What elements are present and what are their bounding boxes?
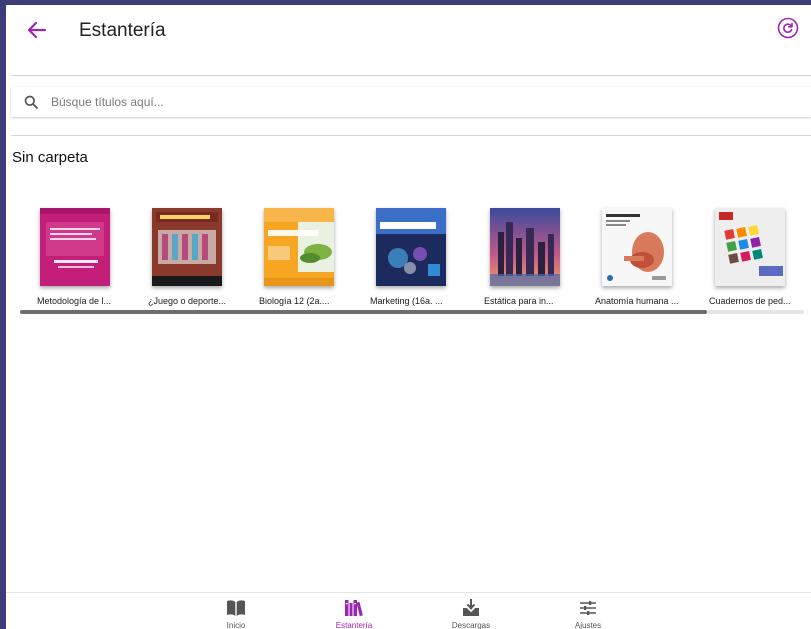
app-window: Estantería Sin carpeta [6,5,811,629]
book-title: Estática para in... [484,296,554,306]
book-cover [490,208,560,286]
book-shelf: Metodología de l... ¿Juego o deporte... … [6,205,811,315]
scrollbar-thumb[interactable] [20,310,707,314]
nav-item-ajustes[interactable]: Ajustes [548,593,628,629]
book-cover [715,208,785,286]
bookshelf-icon [344,598,364,618]
book-title: Cuadernos de ped... [709,296,791,306]
bottom-navigation: Inicio Estantería Descargas Ajustes [6,592,811,629]
nav-item-descargas[interactable]: Descargas [431,593,511,629]
search-icon [24,95,38,109]
nav-item-estanteria[interactable]: Estantería [314,593,394,629]
nav-label: Ajustes [574,621,602,629]
sliders-icon [578,598,598,618]
search-bar[interactable] [11,87,811,117]
book-cover [40,208,110,286]
book-card[interactable]: ¿Juego o deporte... [148,205,258,315]
book-card[interactable]: Metodología de l... [37,205,147,315]
app-bar: Estantería [6,5,811,61]
nav-label: Inicio [226,621,246,629]
book-title: Biología 12 (2a.... [259,296,330,306]
nav-label: Estantería [335,621,373,629]
refresh-icon [777,17,799,39]
book-open-icon [226,598,246,618]
book-card[interactable]: Marketing (16a. ... [370,205,480,315]
book-cover [264,208,334,286]
page-title: Estantería [79,20,166,41]
book-card[interactable]: Estática para in... [484,205,594,315]
back-button[interactable] [24,17,50,43]
book-cover [602,208,672,286]
nav-item-inicio[interactable]: Inicio [196,593,276,629]
book-title: ¿Juego o deporte... [148,296,227,306]
section-title: Sin carpeta [12,149,88,166]
book-card[interactable]: Biología 12 (2a.... [259,205,369,315]
book-cover [152,208,222,286]
book-cover [376,208,446,286]
download-icon [461,598,481,618]
search-input[interactable] [51,95,751,109]
book-title: Metodología de l... [37,296,112,306]
search-divider [11,135,811,136]
horizontal-scrollbar[interactable] [20,310,804,314]
book-title: Marketing (16a. ... [370,296,443,306]
book-title: Anatomía humana ... [595,296,679,306]
arrow-left-icon [27,21,47,39]
nav-label: Descargas [451,621,491,629]
header-divider [11,75,811,76]
refresh-button[interactable] [777,17,799,39]
book-card[interactable]: Anatomía humana ... [595,205,705,315]
book-card[interactable]: Cuadernos de ped... [709,205,811,315]
